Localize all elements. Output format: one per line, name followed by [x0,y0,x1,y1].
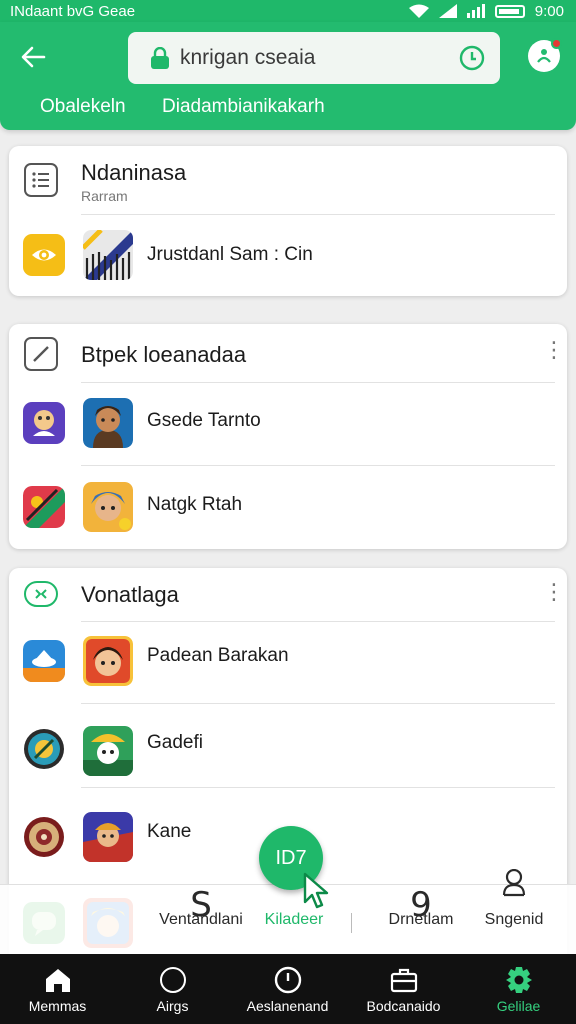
divider [81,787,555,788]
timer-icon[interactable] [458,44,486,72]
medallion-icon [24,817,64,857]
nav-label: Airgs [156,998,189,1014]
avatar-icon[interactable] [528,38,562,72]
nav-label: Memmas [28,998,87,1014]
subtab-drnetlam[interactable]: 9 Drnetlam [372,885,470,955]
notification-badge [551,38,562,49]
game-thumbnail-icon [83,482,133,532]
mascot-icon [23,402,65,444]
nav-item-aeslanenand[interactable]: Aeslanenand [230,954,345,1024]
nav-label: Gelilae [496,998,541,1014]
bottom-navigation: Memmas Airgs Aeslanenand Bodcanaido Geli… [0,954,576,1024]
controller-icon [24,581,58,607]
circle-icon [159,967,186,993]
edit-icon [24,337,58,371]
nav-item-memmas[interactable]: Memmas [0,954,115,1024]
fab-label: ID7 [275,846,307,869]
header-tab-2[interactable]: Diadambianikakarh [162,96,325,118]
battery-icon [494,4,525,18]
card-btpek: Btpek loeanadaa ⋮ Gsede Tarnto Natgk Rta… [9,324,567,549]
nav-item-airgs[interactable]: Airgs [115,954,230,1024]
briefcase-icon [390,968,417,993]
divider [81,382,555,383]
nav-item-gelilae[interactable]: Gelilae [461,954,576,1024]
list-item-label: Padean Barakan [147,645,289,666]
cell-bars-icon [466,4,485,18]
nav-item-bodcanaido[interactable]: Bodcanaido [346,954,461,1024]
subtab-label: Sngenid [484,911,544,928]
app-header: knrigan cseaia Obalekeln Diadambianikaka… [0,22,576,130]
clock-icon [274,966,301,994]
person-icon [502,869,526,897]
compass-icon [24,729,64,769]
card-title: Btpek loeanadaa [81,342,247,367]
divider [81,621,555,622]
subtab-sngenid[interactable]: Sngenid [474,869,554,955]
divider [81,703,555,704]
home-icon [45,969,70,992]
pointer-cursor-icon [303,872,329,909]
nav-label: Bodcanaido [366,998,441,1014]
game-thumbnail-icon [83,636,133,686]
list-item-label: Gsede Tarnto [147,410,261,431]
game-thumbnail-icon [83,812,133,862]
subtab-label: Drnetlam [388,911,454,928]
card-subtitle: Rarram [81,188,128,204]
search-input[interactable]: knrigan cseaia [180,46,458,70]
divider [351,913,352,933]
secondary-tab-bar: S Ventandlani Kiladeer 9 Drnetlam Sngeni… [0,869,576,955]
subtab-label: Kiladeer [264,911,324,928]
list-item-label: Gadefi [147,732,203,753]
search-bar[interactable]: knrigan cseaia [128,32,500,84]
signal-icon [438,4,457,18]
list-item-label: Jrustdanl Sam : Cin [147,244,313,265]
list-icon [24,163,58,197]
divider [81,465,555,466]
gear-icon [505,967,532,993]
lock-icon [151,47,169,69]
gem-icon [23,486,65,528]
list-item-label: Natgk Rtah [147,494,243,515]
card-ndaninasa: Ndaninasa Rarram Jrustdanl Sam : Cin [9,146,567,296]
game-thumbnail-icon [83,398,133,448]
game-thumbnail-icon [83,726,133,776]
status-bar: INdaant bvG Geae 9:00 [0,0,576,22]
status-icons: 9:00 [408,2,564,20]
wifi-icon [408,4,429,18]
app-thumbnail-icon [83,230,133,280]
status-left-text: INdaant bvG Geae [10,2,136,20]
more-options-icon[interactable]: ⋮ [543,581,565,603]
card-title: Vonatlaga [81,582,179,607]
nav-label: Aeslanenand [246,998,329,1014]
back-arrow-icon[interactable] [18,42,48,72]
card-title: Ndaninasa [81,160,187,185]
sky-ship-icon [23,640,65,682]
eye-icon [23,234,65,276]
header-tab-1[interactable]: Obalekeln [40,96,126,118]
subtab-ventandlani[interactable]: S Ventandlani [142,885,260,955]
status-time: 9:00 [534,2,564,20]
divider [81,214,555,215]
subtab-label: Ventandlani [159,911,243,928]
list-item-label: Kane [147,821,192,842]
more-options-icon[interactable]: ⋮ [543,339,565,361]
